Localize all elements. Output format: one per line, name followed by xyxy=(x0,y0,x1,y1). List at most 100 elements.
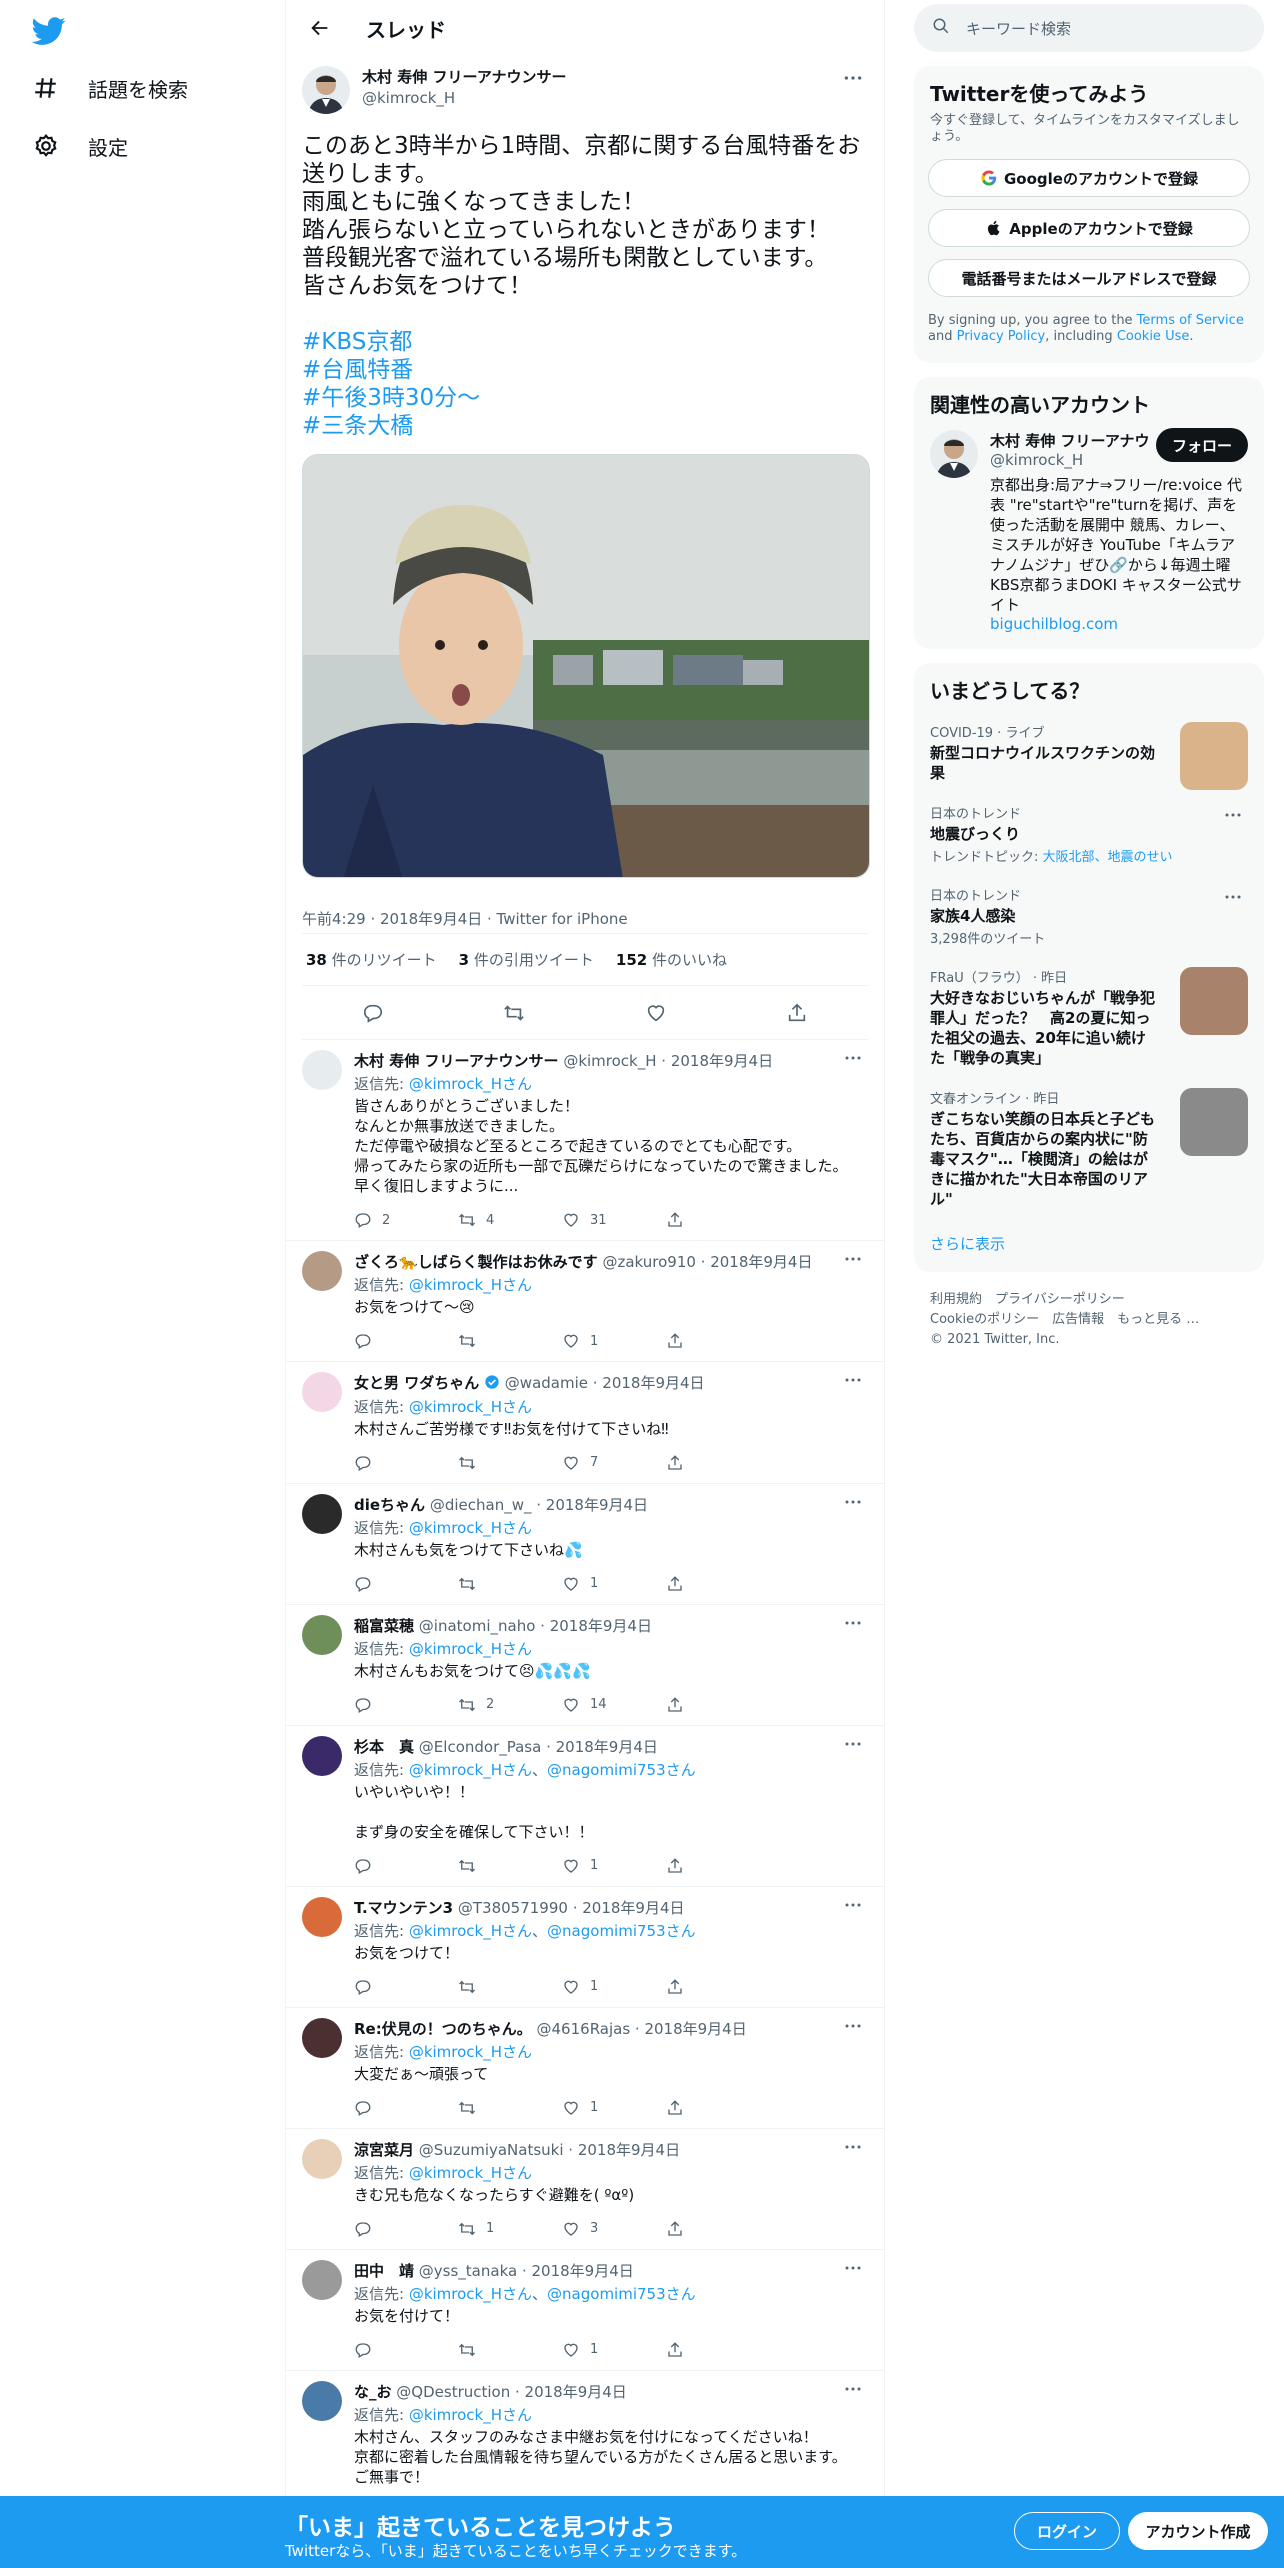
reply-author-handle[interactable]: @wadamie · 2018年9月4日 xyxy=(505,1374,705,1392)
share-button[interactable] xyxy=(666,1978,770,1996)
follow-button[interactable]: フォロー xyxy=(1155,428,1248,462)
reply-author-handle[interactable]: @diechan_w_ · 2018年9月4日 xyxy=(430,1496,648,1514)
share-button[interactable] xyxy=(666,1332,770,1350)
reply-button[interactable] xyxy=(354,1454,458,1472)
like-button[interactable]: 31 xyxy=(562,1211,666,1229)
reply-button[interactable] xyxy=(354,1575,458,1593)
retweet-button[interactable]: 1 xyxy=(458,2220,562,2238)
reply-tweet[interactable]: Re:伏見の！つのちゃん。 @4616Rajas · 2018年9月4日 返信先:… xyxy=(286,2008,884,2129)
more-options-icon[interactable] xyxy=(838,1370,868,1390)
retweet-button[interactable]: 2 xyxy=(458,1696,562,1714)
reply-to-link[interactable]: @kimrock_Hさん xyxy=(409,2043,532,2061)
login-button[interactable]: ログイン xyxy=(1014,2512,1120,2550)
reply-to-link[interactable]: @nagomimi753さん xyxy=(547,1761,696,1779)
tweet-timestamp[interactable]: 午前4:29 · 2018年9月4日 · Twitter for iPhone xyxy=(302,894,868,934)
nav-settings[interactable]: 設定 xyxy=(32,121,128,171)
reply-button[interactable] xyxy=(354,2099,458,2117)
quote-count[interactable]: 3 件の引用ツイート xyxy=(459,949,594,970)
reply-tweet[interactable]: 田中 靖 @yss_tanaka · 2018年9月4日 返信先: @kimroc… xyxy=(286,2250,884,2371)
retweet-button[interactable] xyxy=(458,1857,562,1875)
share-button[interactable] xyxy=(666,1575,770,1593)
reply-to-link[interactable]: @kimrock_Hさん xyxy=(409,1922,532,1940)
reply-author-handle[interactable]: @zakuro910 · 2018年9月4日 xyxy=(602,1253,812,1271)
tweet-photo[interactable] xyxy=(302,454,870,878)
more-options-icon[interactable] xyxy=(838,1048,868,1068)
like-button[interactable]: 1 xyxy=(562,2099,666,2117)
trend-item[interactable]: COVID-19 · ライブ 新型コロナウイルスワクチンの効果 xyxy=(914,712,1264,793)
phone-signup-button[interactable]: 電話番号またはメールアドレスで登録 xyxy=(928,259,1250,297)
trend-topic-link[interactable]: 大阪北部、地震のせい xyxy=(1043,850,1173,865)
retweet-button[interactable]: 4 xyxy=(458,1211,562,1229)
more-options-icon[interactable] xyxy=(838,2137,868,2157)
privacy-policy-link[interactable]: Privacy Policy xyxy=(957,329,1046,344)
more-options-icon[interactable] xyxy=(1218,887,1248,907)
reply-author-name[interactable]: 稲富菜穂 xyxy=(354,1617,414,1635)
reply-author-name[interactable]: dieちゃん xyxy=(354,1496,425,1514)
share-icon[interactable] xyxy=(777,993,817,1033)
share-button[interactable] xyxy=(666,1211,770,1229)
reply-author-handle[interactable]: @4616Rajas · 2018年9月4日 xyxy=(537,2020,747,2038)
share-button[interactable] xyxy=(666,2220,770,2238)
reply-to-link[interactable]: @nagomimi753さん xyxy=(547,1922,696,1940)
reply-author-handle[interactable]: @yss_tanaka · 2018年9月4日 xyxy=(419,2262,634,2280)
reply-author-name[interactable]: 木村 寿伸 フリーアナウンサー xyxy=(354,1052,559,1070)
like-button[interactable]: 1 xyxy=(562,1857,666,1875)
hashtag-link[interactable]: #午後3時30分〜 xyxy=(302,384,868,412)
retweet-icon[interactable] xyxy=(494,993,534,1033)
reply-author-name[interactable]: 女と男 ワダちゃん xyxy=(354,1374,479,1392)
hashtag-link[interactable]: #台風特番 xyxy=(302,356,868,384)
footer-link[interactable]: 利用規約 xyxy=(930,1292,982,1307)
reply-button[interactable] xyxy=(354,2220,458,2238)
reply-to-link[interactable]: @nagomimi753さん xyxy=(547,2285,696,2303)
share-button[interactable] xyxy=(666,1696,770,1714)
cookie-use-link[interactable]: Cookie Use xyxy=(1117,329,1190,344)
reply-author-name[interactable]: 涼宮菜月 xyxy=(354,2141,414,2159)
reply-button[interactable] xyxy=(354,1857,458,1875)
share-button[interactable] xyxy=(666,1454,770,1472)
trend-thumbnail[interactable] xyxy=(1180,967,1248,1035)
more-options-icon[interactable] xyxy=(838,1613,868,1633)
footer-link[interactable]: 広告情報 xyxy=(1052,1312,1104,1327)
trend-item[interactable]: FRaU（フラウ） · 昨日 大好きなおじいちゃんが「戦争犯罪人」だった？ 高2の… xyxy=(914,957,1264,1078)
hashtag-link[interactable]: #KBS京都 xyxy=(302,328,868,356)
trend-item[interactable]: 日本のトレンド 地震びっくり トレンドトピック: 大阪北部、地震のせい xyxy=(914,793,1264,875)
reply-author-handle[interactable]: @T380571990 · 2018年9月4日 xyxy=(458,1899,685,1917)
related-account[interactable]: 木村 寿伸 フリーアナウンサー @kimrock_H 京都出身:局アナ⇒フリー/… xyxy=(914,418,1264,649)
twitter-logo-icon[interactable] xyxy=(31,14,68,50)
related-account-name[interactable]: 木村 寿伸 フリーアナウンサー xyxy=(990,430,1150,451)
reply-author-name[interactable]: 杉本 真 xyxy=(354,1738,414,1756)
like-button[interactable]: 7 xyxy=(562,1454,666,1472)
footer-link[interactable]: プライバシーポリシー xyxy=(995,1292,1125,1307)
share-button[interactable] xyxy=(666,2099,770,2117)
avatar[interactable] xyxy=(302,66,350,114)
trend-thumbnail[interactable] xyxy=(1180,1088,1248,1156)
more-options-icon[interactable] xyxy=(838,2016,868,2036)
reply-author-name[interactable]: ざくろ🐆しばらく製作はお休みです xyxy=(354,1253,598,1271)
avatar[interactable] xyxy=(302,2259,342,2300)
reply-to-link[interactable]: @kimrock_Hさん xyxy=(409,1075,532,1093)
trend-thumbnail[interactable] xyxy=(1180,722,1248,790)
reply-author-handle[interactable]: @QDestruction · 2018年9月4日 xyxy=(396,2383,627,2401)
retweet-button[interactable] xyxy=(458,1575,562,1593)
reply-to-link[interactable]: @kimrock_Hさん xyxy=(409,2285,532,2303)
more-options-icon[interactable] xyxy=(838,2379,868,2399)
trend-item[interactable]: 日本のトレンド 家族4人感染 3,298件のツイート xyxy=(914,875,1264,957)
reply-tweet[interactable]: 杉本 真 @Elcondor_Pasa · 2018年9月4日 返信先: @kim… xyxy=(286,1726,884,1887)
more-options-icon[interactable] xyxy=(838,2258,868,2278)
reply-tweet[interactable]: T.マウンテン3 @T380571990 · 2018年9月4日 返信先: @ki… xyxy=(286,1887,884,2008)
like-button[interactable]: 1 xyxy=(562,1332,666,1350)
avatar[interactable] xyxy=(302,1251,342,1291)
reply-author-handle[interactable]: @SuzumiyaNatsuki · 2018年9月4日 xyxy=(419,2141,680,2159)
avatar[interactable] xyxy=(302,2380,342,2421)
more-options-icon[interactable] xyxy=(838,1734,868,1754)
footer-link[interactable]: Cookieのポリシー xyxy=(930,1312,1039,1327)
retweet-button[interactable] xyxy=(458,2099,562,2117)
more-options-icon[interactable] xyxy=(838,1895,868,1915)
reply-author-handle[interactable]: @Elcondor_Pasa · 2018年9月4日 xyxy=(419,1738,658,1756)
reply-author-name[interactable]: T.マウンテン3 xyxy=(354,1899,453,1917)
retweet-button[interactable] xyxy=(458,1978,562,1996)
reply-to-link[interactable]: @kimrock_Hさん xyxy=(409,1519,532,1537)
reply-author-handle[interactable]: @kimrock_H · 2018年9月4日 xyxy=(563,1052,773,1070)
search-box[interactable]: キーワード検索 xyxy=(914,4,1264,52)
retweet-button[interactable] xyxy=(458,2341,562,2359)
